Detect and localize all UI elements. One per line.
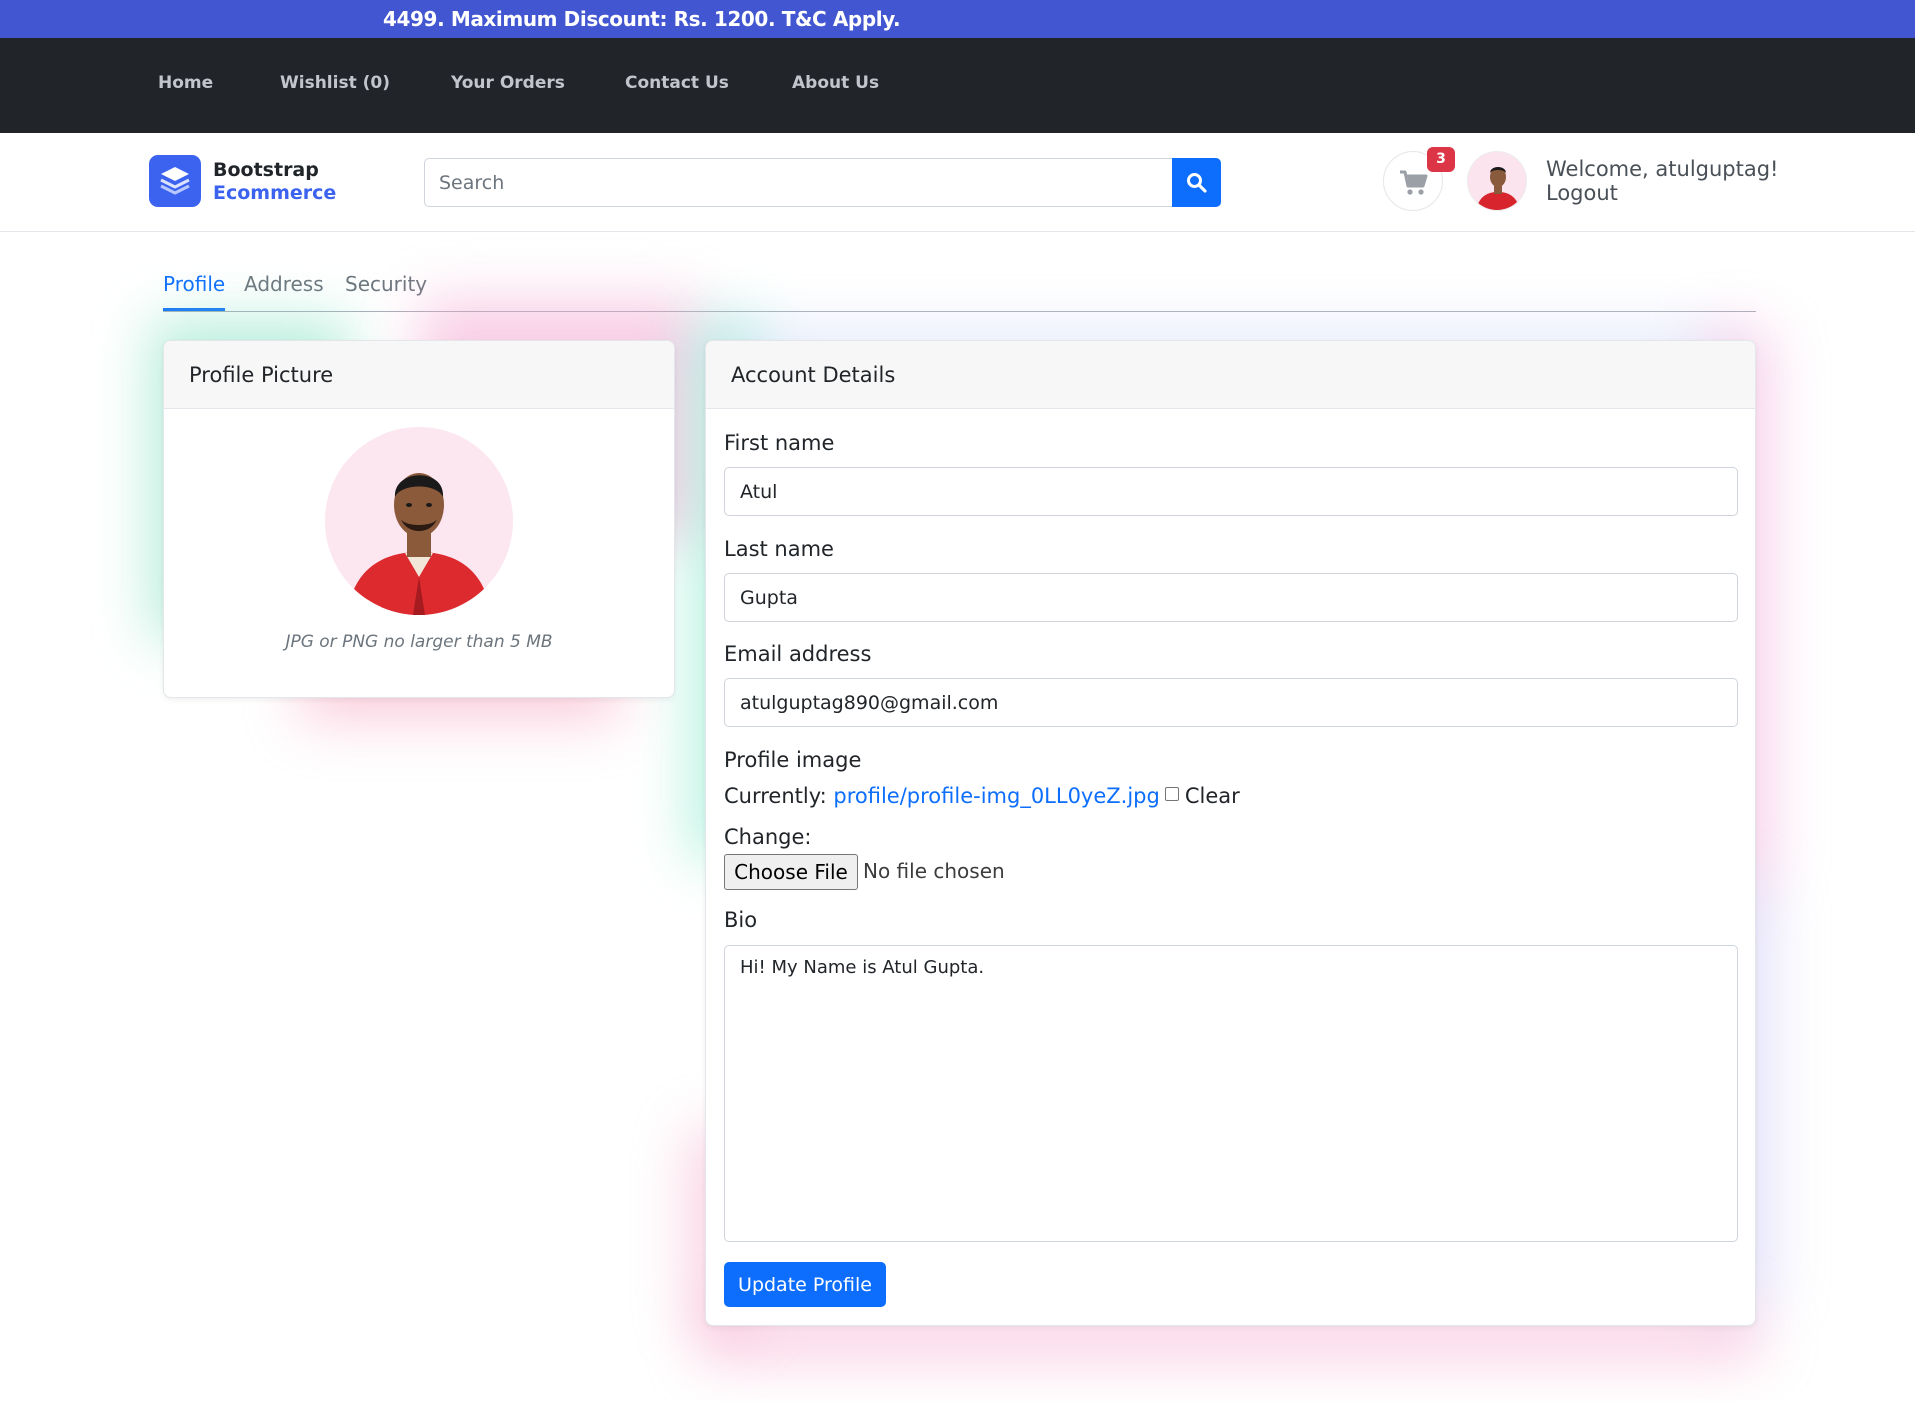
last-name-label: Last name <box>724 537 834 561</box>
card-title: Profile Picture <box>189 363 334 387</box>
tab-profile[interactable]: Profile <box>163 272 225 296</box>
tab-security[interactable]: Security <box>345 272 427 296</box>
bio-textarea[interactable]: Hi! My Name is Atul Gupta. <box>724 945 1738 1242</box>
brand-name-line2: Ecommerce <box>213 182 337 204</box>
profile-picture-card: Profile Picture JPG or PNG no larger tha… <box>163 340 675 698</box>
search-input[interactable] <box>424 158 1173 207</box>
current-image-link[interactable]: profile/profile-img_0LL0yeZ.jpg <box>833 784 1159 808</box>
first-name-label: First name <box>724 431 835 455</box>
account-details-card: Account Details First name Last name Ema… <box>705 340 1756 1326</box>
logout-link[interactable]: Logout <box>1546 181 1618 205</box>
brand-logo[interactable] <box>149 155 201 207</box>
bio-label: Bio <box>724 908 758 932</box>
first-name-field[interactable] <box>724 467 1738 516</box>
profile-picture <box>325 427 513 615</box>
active-tab-indicator <box>163 308 225 311</box>
profile-tabs: Profile Address Security <box>163 264 1756 312</box>
person-avatar-image <box>1476 167 1520 210</box>
profile-image-label: Profile image <box>724 748 862 772</box>
picture-hint: JPG or PNG no larger than 5 MB <box>285 632 553 652</box>
email-label: Email address <box>724 642 872 666</box>
user-avatar[interactable] <box>1467 151 1527 211</box>
card-header: Account Details <box>706 341 1755 409</box>
choose-file-button[interactable]: Choose File <box>724 854 858 890</box>
clear-label: Clear <box>1184 784 1240 808</box>
nav-about-us[interactable]: About Us <box>792 73 879 93</box>
card-header: Profile Picture <box>164 341 674 409</box>
nav-home[interactable]: Home <box>158 73 213 93</box>
promo-banner: 4499. Maximum Discount: Rs. 1200. T&C Ap… <box>0 0 1915 38</box>
card-title: Account Details <box>731 363 896 387</box>
tab-address[interactable]: Address <box>244 272 324 296</box>
nav-contact-us[interactable]: Contact Us <box>625 73 729 93</box>
email-field[interactable] <box>724 678 1738 727</box>
welcome-text: Welcome, atulguptag! <box>1546 157 1779 181</box>
last-name-field[interactable] <box>724 573 1738 622</box>
brand-name-line1: Bootstrap <box>213 159 319 181</box>
current-image-row: Currently: profile/profile-img_0LL0yeZ.j… <box>724 784 1240 808</box>
update-profile-button[interactable]: Update Profile <box>724 1262 886 1307</box>
nav-wishlist[interactable]: Wishlist (0) <box>280 73 390 93</box>
change-label: Change: <box>724 825 812 849</box>
no-file-text: No file chosen <box>863 859 1005 883</box>
person-photo-image <box>347 473 491 615</box>
currently-label: Currently: <box>724 784 827 808</box>
cart-count-badge: 3 <box>1427 147 1455 172</box>
cart-icon <box>1400 170 1428 195</box>
clear-checkbox[interactable] <box>1164 787 1179 801</box>
layers-icon <box>160 167 190 195</box>
nav-your-orders[interactable]: Your Orders <box>451 73 565 93</box>
search-button[interactable] <box>1172 158 1221 207</box>
site-header: Bootstrap Ecommerce 3 Welcome, atulgupta… <box>0 133 1915 232</box>
top-navbar: Home Wishlist (0) Your Orders Contact Us… <box>0 38 1915 133</box>
search-icon <box>1187 173 1207 193</box>
promo-text: 4499. Maximum Discount: Rs. 1200. T&C Ap… <box>383 7 901 31</box>
